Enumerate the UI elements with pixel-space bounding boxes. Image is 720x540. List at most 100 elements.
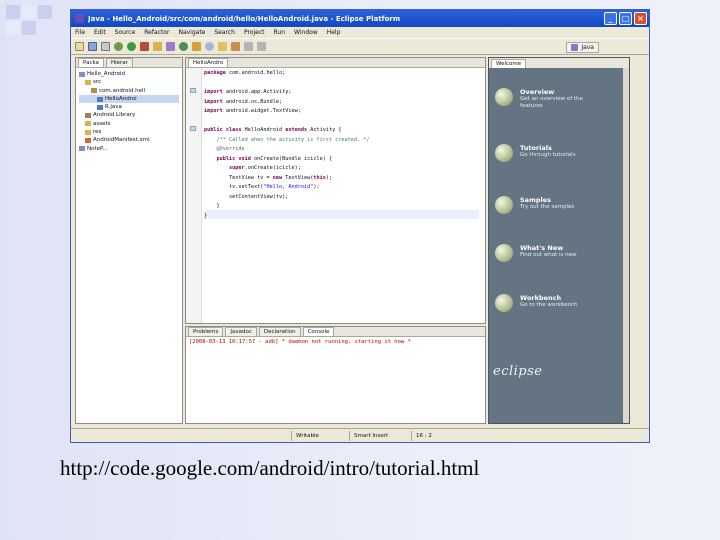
menu-navigate[interactable]: Navigate: [178, 29, 205, 36]
project-icon: [79, 71, 85, 77]
back-icon[interactable]: [244, 42, 253, 51]
menu-window[interactable]: Window: [294, 29, 318, 36]
tree-item[interactable]: NoteP...: [79, 145, 179, 153]
code-line: package com.android.hello;: [204, 70, 286, 76]
welcome-tutorials[interactable]: Tutorials Go through tutorials: [495, 144, 600, 162]
project-tree: Hello_Android src com.android.hell Hello…: [76, 68, 182, 155]
new-class-icon[interactable]: [179, 42, 188, 51]
console-output: [2008-03-13 10:17:57 - adb] * daemon not…: [189, 339, 411, 345]
menu-file[interactable]: File: [75, 29, 85, 36]
toggle-mark-icon[interactable]: [218, 42, 227, 51]
tab-console[interactable]: Console: [302, 327, 335, 336]
new-icon[interactable]: [75, 42, 84, 51]
forward-icon[interactable]: [257, 42, 266, 51]
java-file-icon: [97, 104, 103, 110]
welcome-item-title: Overview: [520, 88, 555, 96]
code-line: public void onCreate(Bundle icicle) {: [204, 155, 333, 162]
title-bar: Java - Hello_Android/src/com/android/hel…: [71, 10, 649, 27]
perspective-label: Java: [581, 44, 594, 51]
tree-item[interactable]: HelloAndroi: [79, 94, 179, 104]
eclipse-icon: [75, 14, 84, 23]
tab-problems[interactable]: Problems: [188, 327, 224, 336]
code-line: import android.os.Bundle;: [204, 98, 283, 105]
code-editor: HelloAndro package com.android.hello; im…: [185, 57, 486, 324]
debug-icon[interactable]: [114, 42, 123, 51]
welcome-samples[interactable]: Samples Try out the samples: [495, 196, 600, 214]
welcome-item-desc: Go through tutorials: [520, 152, 576, 158]
code-line: /** Called when the activity is first cr…: [204, 136, 370, 143]
welcome-whats-new[interactable]: What's New Find out what is new: [495, 244, 600, 262]
minimize-button[interactable]: _: [604, 12, 617, 25]
tab-javadoc[interactable]: Javadoc: [225, 327, 257, 336]
tree-item[interactable]: Hello_Android: [79, 70, 179, 78]
next-annotation-icon[interactable]: [231, 42, 240, 51]
welcome-item-title: Tutorials: [520, 144, 552, 152]
tree-item[interactable]: AndroidManifest.xml: [79, 136, 179, 144]
explorer-tabs: Packa Hierar: [76, 58, 182, 68]
status-insert-mode: Smart Insert: [349, 430, 411, 441]
toolbar: Java: [71, 38, 649, 55]
eclipse-window: Java - Hello_Android/src/com/android/hel…: [70, 9, 650, 443]
source-url: http://code.google.com/android/intro/tut…: [60, 456, 480, 480]
perspective-switcher[interactable]: Java: [566, 42, 599, 53]
welcome-workbench[interactable]: Workbench Go to the workbench: [495, 294, 600, 312]
external-tools-icon[interactable]: [140, 42, 149, 51]
menu-project[interactable]: Project: [244, 29, 265, 36]
menu-refactor[interactable]: Refactor: [144, 29, 169, 36]
library-icon: [85, 113, 91, 119]
new-java-project-icon[interactable]: [153, 42, 162, 51]
menu-search[interactable]: Search: [214, 29, 235, 36]
fold-marker-icon[interactable]: [190, 126, 196, 131]
decor-square: [6, 21, 20, 35]
welcome-tabs: Welcome: [489, 58, 629, 68]
code-line: TextView tv = new TextView(this);: [204, 174, 333, 181]
tree-item[interactable]: src: [79, 78, 179, 86]
status-bar: Writable Smart Insert 16 : 2: [71, 428, 649, 442]
tab-hierarchy[interactable]: Hierar: [105, 58, 133, 67]
menu-run[interactable]: Run: [274, 29, 286, 36]
open-type-icon[interactable]: [192, 42, 201, 51]
code-line: import android.app.Activity;: [204, 89, 292, 95]
samples-icon: [495, 196, 513, 214]
tree-item[interactable]: res: [79, 128, 179, 136]
java-perspective-icon: [571, 44, 579, 51]
print-icon[interactable]: [101, 42, 110, 51]
tree-item[interactable]: assets: [79, 120, 179, 128]
tree-item[interactable]: Android Library: [79, 111, 179, 119]
tutorials-icon: [495, 144, 513, 162]
new-package-icon[interactable]: [166, 42, 175, 51]
tab-declaration[interactable]: Declaration: [258, 327, 301, 336]
editor-tabs: HelloAndro: [186, 58, 485, 68]
menu-source[interactable]: Source: [115, 29, 136, 36]
tab-welcome[interactable]: Welcome: [491, 58, 527, 68]
code-line: import android.widget.TextView;: [204, 108, 301, 114]
close-button[interactable]: ×: [634, 12, 647, 25]
xml-file-icon: [85, 138, 91, 144]
tree-item[interactable]: com.android.hell: [79, 87, 179, 95]
eclipse-logo: eclipse: [493, 364, 543, 379]
menu-help[interactable]: Help: [327, 29, 341, 36]
bottom-tabs: Problems Javadoc Declaration Console: [186, 327, 485, 337]
save-icon[interactable]: [88, 42, 97, 51]
menu-edit[interactable]: Edit: [94, 29, 106, 36]
tab-package-explorer[interactable]: Packa: [78, 58, 104, 67]
decor-square: [22, 21, 36, 35]
tree-item[interactable]: R.java: [79, 103, 179, 111]
fold-marker-icon[interactable]: [190, 88, 196, 93]
maximize-button[interactable]: □: [619, 12, 632, 25]
code-line: @Override: [204, 146, 245, 152]
editor-gutter: [186, 68, 202, 323]
run-icon[interactable]: [127, 42, 136, 51]
workbench-icon: [495, 294, 513, 312]
decor-square: [38, 5, 52, 19]
tab-helloandroid-java[interactable]: HelloAndro: [188, 58, 229, 67]
welcome-overview[interactable]: Overview Get an overview of the features: [495, 88, 600, 110]
status-writable: Writable: [291, 430, 349, 441]
welcome-item-desc: Get an overview of the features: [520, 96, 583, 109]
welcome-scrollbar[interactable]: [623, 68, 629, 423]
java-file-icon: [97, 96, 103, 102]
search-icon[interactable]: [205, 42, 214, 51]
source-code[interactable]: package com.android.hello; import androi…: [204, 68, 479, 323]
